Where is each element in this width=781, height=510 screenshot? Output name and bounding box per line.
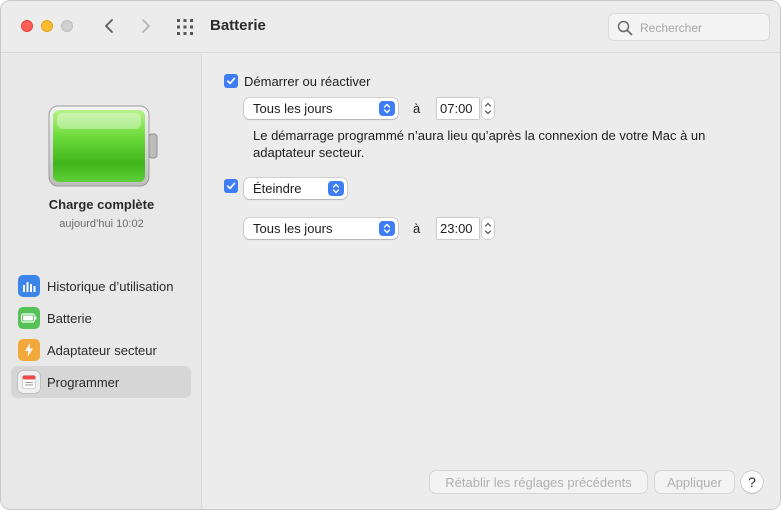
shutdown-time-field[interactable]: 23:00: [437, 218, 479, 239]
startup-time-field[interactable]: 07:00: [437, 98, 479, 119]
lightning-icon: [18, 339, 40, 361]
shutdown-action-popup[interactable]: Éteindre: [244, 178, 347, 199]
sidebar: Charge complète aujourd’hui 10:02 Histor…: [1, 54, 202, 509]
battery-full-icon: [48, 105, 158, 187]
back-button[interactable]: [98, 15, 120, 37]
sidebar-item-label: Historique d’utilisation: [47, 278, 174, 294]
shutdown-checkbox[interactable]: [224, 179, 238, 193]
calendar-icon: [18, 371, 40, 393]
popup-value: Tous les jours: [253, 221, 333, 236]
zoom-button[interactable]: [61, 20, 73, 32]
sidebar-item-label: Programmer: [47, 374, 120, 390]
shutdown-frequency-popup[interactable]: Tous les jours: [244, 218, 398, 239]
stepper-arrows-icon: [484, 222, 492, 235]
preferences-window: Batterie Rechercher Charge complète aujo…: [0, 0, 781, 510]
checkmark-icon: [226, 182, 236, 190]
popup-value: Éteindre: [253, 181, 302, 196]
minimize-button[interactable]: [41, 20, 53, 32]
sidebar-item-label: Adaptateur secteur: [47, 342, 157, 358]
startup-checkbox[interactable]: [224, 74, 238, 88]
sidebar-item-power-adapter[interactable]: Adaptateur secteur: [11, 334, 191, 366]
battery-status-time: aujourd’hui 10:02: [59, 218, 144, 230]
restore-defaults-button[interactable]: Rétablir les réglages précédents: [430, 471, 647, 493]
updown-chevron-icon: [328, 181, 344, 196]
startup-label: Démarrer ou réactiver: [244, 74, 371, 89]
startup-at-label: à: [413, 101, 421, 116]
close-button[interactable]: [21, 20, 33, 32]
apply-button[interactable]: Appliquer: [655, 471, 734, 493]
chevron-right-icon: [142, 19, 150, 33]
shutdown-time-stepper[interactable]: [482, 218, 494, 239]
search-icon: [617, 20, 633, 36]
sidebar-item-battery[interactable]: Batterie: [11, 302, 191, 334]
bar-chart-icon: [18, 275, 40, 297]
updown-chevron-icon: [379, 221, 395, 236]
battery-icon: [18, 307, 40, 329]
startup-note: Le démarrage programmé n’aura lieu qu’ap…: [253, 128, 706, 160]
checkmark-icon: [226, 77, 236, 85]
sidebar-item-label: Batterie: [47, 310, 92, 326]
updown-chevron-icon: [379, 101, 395, 116]
search-placeholder: Rechercher: [640, 21, 703, 35]
forward-button[interactable]: [135, 15, 157, 37]
sidebar-item-schedule[interactable]: Programmer: [11, 366, 191, 398]
time-value: 23:00: [440, 221, 473, 236]
search-field[interactable]: Rechercher: [608, 13, 770, 41]
time-value: 07:00: [440, 101, 473, 116]
sidebar-item-usage-history[interactable]: Historique d’utilisation: [11, 270, 191, 302]
show-all-button[interactable]: [175, 17, 195, 37]
stepper-arrows-icon: [484, 102, 492, 115]
popup-value: Tous les jours: [253, 101, 333, 116]
window-title: Batterie: [210, 17, 266, 34]
schedule-pane: Démarrer ou réactiver Tous les jours à 0…: [203, 54, 780, 509]
battery-status-title: Charge complète: [48, 197, 155, 212]
grid-icon: [177, 19, 193, 35]
startup-frequency-popup[interactable]: Tous les jours: [244, 98, 398, 119]
chevron-left-icon: [105, 19, 113, 33]
shutdown-at-label: à: [413, 221, 421, 236]
help-button[interactable]: ?: [741, 471, 763, 493]
startup-time-stepper[interactable]: [482, 98, 494, 119]
title-bar: Batterie Rechercher: [1, 1, 780, 53]
